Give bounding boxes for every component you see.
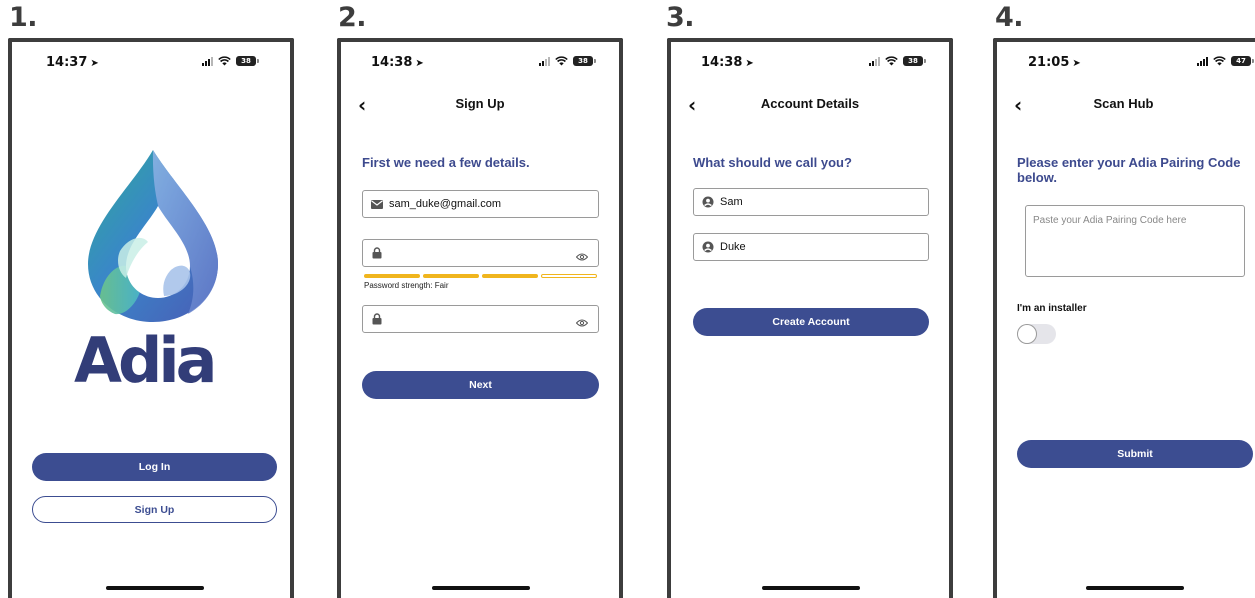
location-arrow-icon: ➤ [415, 58, 424, 69]
status-bar: 14:38 ➤ 38 [341, 55, 619, 75]
lock-icon [371, 247, 383, 259]
home-indicator [762, 586, 860, 590]
adia-drop-logo [88, 150, 218, 322]
next-button[interactable]: Next [362, 371, 599, 399]
email-value: sam_duke@gmail.com [389, 198, 502, 210]
step-number-1: 1. [9, 2, 38, 33]
status-bar: 21:05 ➤ 47 [997, 55, 1255, 75]
location-arrow-icon: ➤ [90, 58, 99, 69]
battery-icon: 38 [236, 56, 259, 66]
show-password-icon[interactable] [575, 248, 589, 266]
location-arrow-icon: ➤ [745, 58, 754, 69]
home-indicator [432, 586, 530, 590]
status-time: 14:38 ➤ [371, 55, 424, 70]
battery-icon: 38 [573, 56, 596, 66]
status-time: 14:38 ➤ [701, 55, 754, 70]
adia-logo-text: Adia [74, 324, 217, 397]
battery-icon: 47 [1231, 56, 1254, 66]
lock-icon [371, 313, 383, 325]
first-name-field[interactable]: Sam [693, 188, 929, 216]
page-title: Account Details [760, 96, 860, 111]
signup-button[interactable]: Sign Up [32, 496, 277, 523]
account-heading: What should we call you? [693, 155, 852, 170]
login-button[interactable]: Log In [32, 453, 277, 481]
password-strength-label: Password strength: Fair [364, 281, 449, 290]
phone-screen-welcome: 14:37 ➤ 38 Adia Log In Sign Up [8, 38, 294, 598]
location-arrow-icon: ➤ [1072, 58, 1081, 69]
submit-button[interactable]: Submit [1017, 440, 1253, 468]
wifi-icon [885, 56, 898, 66]
status-time: 14:37 ➤ [46, 55, 99, 70]
phone-screen-signup: 14:38 ➤ 38 ‹ Sign Up First we need a few … [337, 38, 623, 598]
battery-icon: 38 [903, 56, 926, 66]
phone-screen-scan-hub: 21:05 ➤ 47 ‹ Scan Hub Please enter your A… [993, 38, 1255, 598]
status-time: 21:05 ➤ [1028, 55, 1081, 70]
last-name-field[interactable]: Duke [693, 233, 929, 261]
wifi-icon [1213, 56, 1226, 66]
status-bar: 14:37 ➤ 38 [12, 55, 290, 75]
password-field[interactable] [362, 239, 599, 267]
home-indicator [106, 586, 204, 590]
create-account-button[interactable]: Create Account [693, 308, 929, 336]
step-number-3: 3. [666, 2, 695, 33]
confirm-password-field[interactable] [362, 305, 599, 333]
page-title: Sign Up [455, 96, 505, 111]
signup-heading: First we need a few details. [362, 155, 530, 170]
home-indicator [1086, 586, 1184, 590]
user-icon [702, 241, 714, 253]
toggle-knob [1018, 325, 1036, 343]
page-title: Scan Hub [1093, 96, 1154, 111]
pairing-code-input[interactable]: Paste your Adia Pairing Code here [1025, 205, 1245, 277]
phone-screen-account-details: 14:38 ➤ 38 ‹ Account Details What should … [667, 38, 953, 598]
step-number-4: 4. [995, 2, 1024, 33]
status-bar: 14:38 ➤ 38 [671, 55, 949, 75]
scan-hub-heading: Please enter your Adia Pairing Code belo… [1017, 155, 1241, 185]
user-icon [702, 196, 714, 208]
password-strength-meter [364, 274, 597, 278]
wifi-icon [555, 56, 568, 66]
cellular-signal-icon [1197, 56, 1208, 66]
step-number-2: 2. [338, 2, 367, 33]
installer-toggle[interactable] [1017, 324, 1056, 344]
cellular-signal-icon [539, 56, 550, 66]
show-password-icon[interactable] [575, 314, 589, 332]
cellular-signal-icon [869, 56, 880, 66]
cellular-signal-icon [202, 56, 213, 66]
first-name-value: Sam [720, 196, 743, 208]
installer-label: I'm an installer [1017, 303, 1087, 314]
email-field[interactable]: sam_duke@gmail.com [362, 190, 599, 218]
wifi-icon [218, 56, 231, 66]
envelope-icon [371, 198, 383, 210]
last-name-value: Duke [720, 241, 746, 253]
